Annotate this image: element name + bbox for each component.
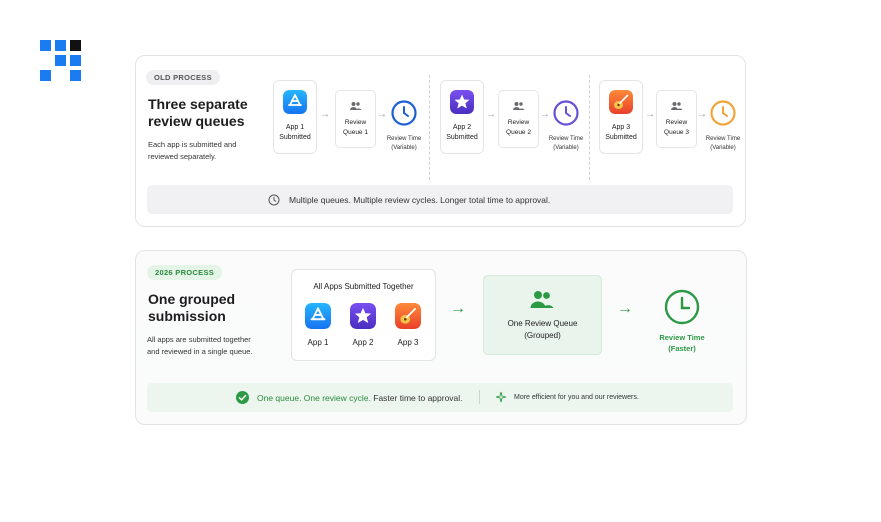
flow-divider <box>429 75 430 180</box>
arrow-icon: → <box>450 300 466 317</box>
app-store-icon <box>283 90 307 114</box>
new-process-footer-right: More efficient for you and our reviewers… <box>514 394 639 401</box>
arrow-icon: → <box>540 109 550 120</box>
clock-icon <box>268 194 280 206</box>
app-3-label: App 3 <box>397 338 419 347</box>
all-apps-title: All Apps Submitted Together <box>313 282 414 291</box>
people-icon <box>513 102 525 110</box>
clock-icon <box>664 289 700 325</box>
people-icon <box>350 102 362 110</box>
clock-icon <box>710 100 736 126</box>
logo-icon <box>40 40 81 81</box>
app-2-submitted-box: App 2 Submitted <box>440 80 484 154</box>
clock-icon <box>553 100 579 126</box>
old-process-footer-text: Multiple queues. Multiple review cycles.… <box>289 195 551 205</box>
app-2-label: App 2 <box>352 338 374 347</box>
people-icon <box>671 102 683 110</box>
review-queue-2-box: Review Queue 2 <box>498 90 539 148</box>
imovie-star-icon <box>450 90 474 114</box>
flow-divider <box>589 75 590 180</box>
arrow-icon: → <box>697 109 707 120</box>
new-process-description: All apps are submitted together and revie… <box>147 335 253 356</box>
old-process-description: Each app is submitted and reviewed separa… <box>148 140 237 161</box>
arrow-icon: → <box>320 109 330 120</box>
app-3-submitted-box: App 3 Submitted <box>599 80 643 154</box>
review-queue-1-box: Review Queue 1 <box>335 90 376 148</box>
app-store-icon <box>305 303 331 329</box>
clock-icon <box>391 100 417 126</box>
review-time-2-label: Review Time (Variable) <box>548 136 584 151</box>
garageband-guitar-icon <box>609 90 633 114</box>
imovie-star-icon <box>350 303 376 329</box>
arrow-icon: → <box>377 109 387 120</box>
old-process-title: Three separate review queues <box>148 96 248 129</box>
sparkle-icon <box>495 391 507 403</box>
app-1-label: App 1 <box>307 338 329 347</box>
arrow-icon: → <box>617 300 633 317</box>
review-time-1-label: Review Time (Variable) <box>386 136 422 151</box>
review-queue-3-box: Review Queue 3 <box>656 90 697 148</box>
new-process-footer-text: One queue. One review cycle. Faster time… <box>257 393 463 403</box>
review-time-3-label: Review Time (Variable) <box>705 136 741 151</box>
arrow-icon: → <box>645 109 655 120</box>
old-process-badge: OLD PROCESS <box>146 70 220 85</box>
new-process-title: One grouped submission <box>148 291 236 324</box>
check-circle-icon <box>236 391 249 404</box>
app-1-submitted-box: App 1 Submitted <box>273 80 317 154</box>
garageband-guitar-icon <box>395 303 421 329</box>
footer-divider <box>479 390 480 404</box>
new-process-badge: 2026 PROCESS <box>147 265 223 280</box>
review-time-faster-label: Review Time (Faster) <box>659 333 705 353</box>
people-icon <box>530 291 554 308</box>
one-review-queue-box: One Review Queue (Grouped) <box>483 275 602 355</box>
arrow-icon: → <box>486 109 496 120</box>
